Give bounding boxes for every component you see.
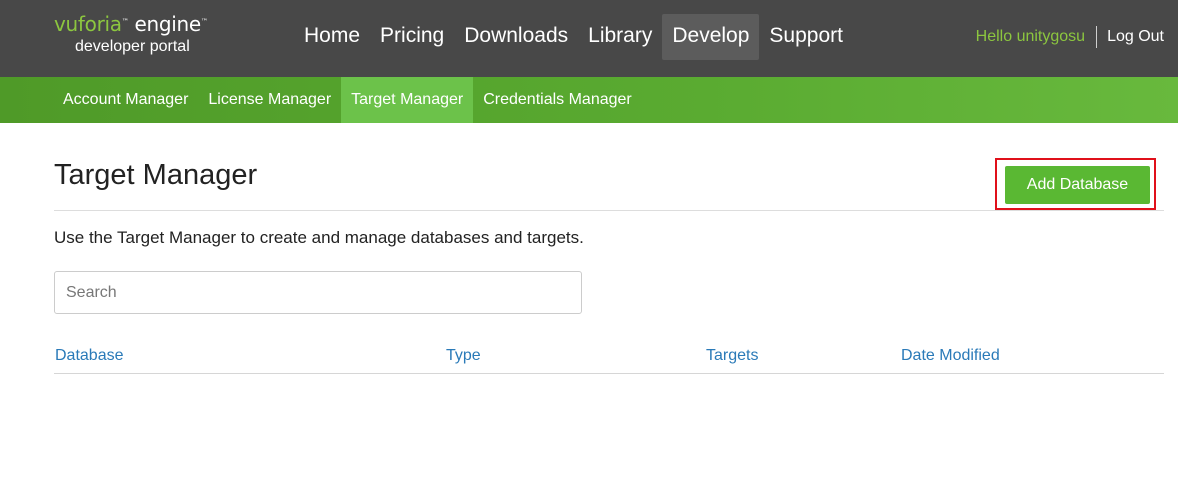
sub-nav: Account Manager License Manager Target M…: [0, 77, 1178, 123]
column-header-database[interactable]: Database: [55, 347, 124, 365]
column-header-type[interactable]: Type: [446, 347, 481, 365]
subnav-target-manager[interactable]: Target Manager: [341, 77, 474, 123]
user-box: Hello unitygosu Log Out: [976, 26, 1164, 48]
nav-support[interactable]: Support: [759, 14, 853, 60]
nav-library[interactable]: Library: [578, 14, 662, 60]
nav-home[interactable]: Home: [294, 14, 370, 60]
user-separator: [1096, 26, 1098, 48]
subnav-account-manager[interactable]: Account Manager: [53, 77, 198, 123]
vuforia-logo[interactable]: vuforia™ engine™ developer portal: [54, 14, 208, 55]
add-database-highlight: Add Database: [995, 158, 1156, 210]
table-header-divider: [54, 373, 1164, 374]
nav-downloads[interactable]: Downloads: [454, 14, 578, 60]
title-divider: [54, 210, 1164, 211]
subnav-credentials-manager[interactable]: Credentials Manager: [473, 77, 642, 123]
logout-link[interactable]: Log Out: [1107, 28, 1164, 46]
subnav-license-manager[interactable]: License Manager: [198, 77, 341, 123]
logo-tagline: developer portal: [75, 38, 190, 55]
user-greeting[interactable]: Hello unitygosu: [976, 28, 1096, 46]
nav-develop[interactable]: Develop: [662, 14, 760, 60]
column-header-date-modified[interactable]: Date Modified: [901, 347, 1000, 365]
add-database-button[interactable]: Add Database: [1005, 166, 1150, 204]
nav-pricing[interactable]: Pricing: [370, 14, 454, 60]
intro-text: Use the Target Manager to create and man…: [54, 228, 584, 247]
logo-product: engine: [134, 12, 202, 36]
search-input[interactable]: [54, 271, 582, 314]
main-nav: Home Pricing Downloads Library Develop S…: [294, 14, 853, 60]
column-header-targets[interactable]: Targets: [706, 347, 758, 365]
logo-brand: vuforia: [54, 12, 122, 36]
page-title: Target Manager: [54, 159, 258, 191]
top-header: vuforia™ engine™ developer portal Home P…: [0, 0, 1178, 77]
